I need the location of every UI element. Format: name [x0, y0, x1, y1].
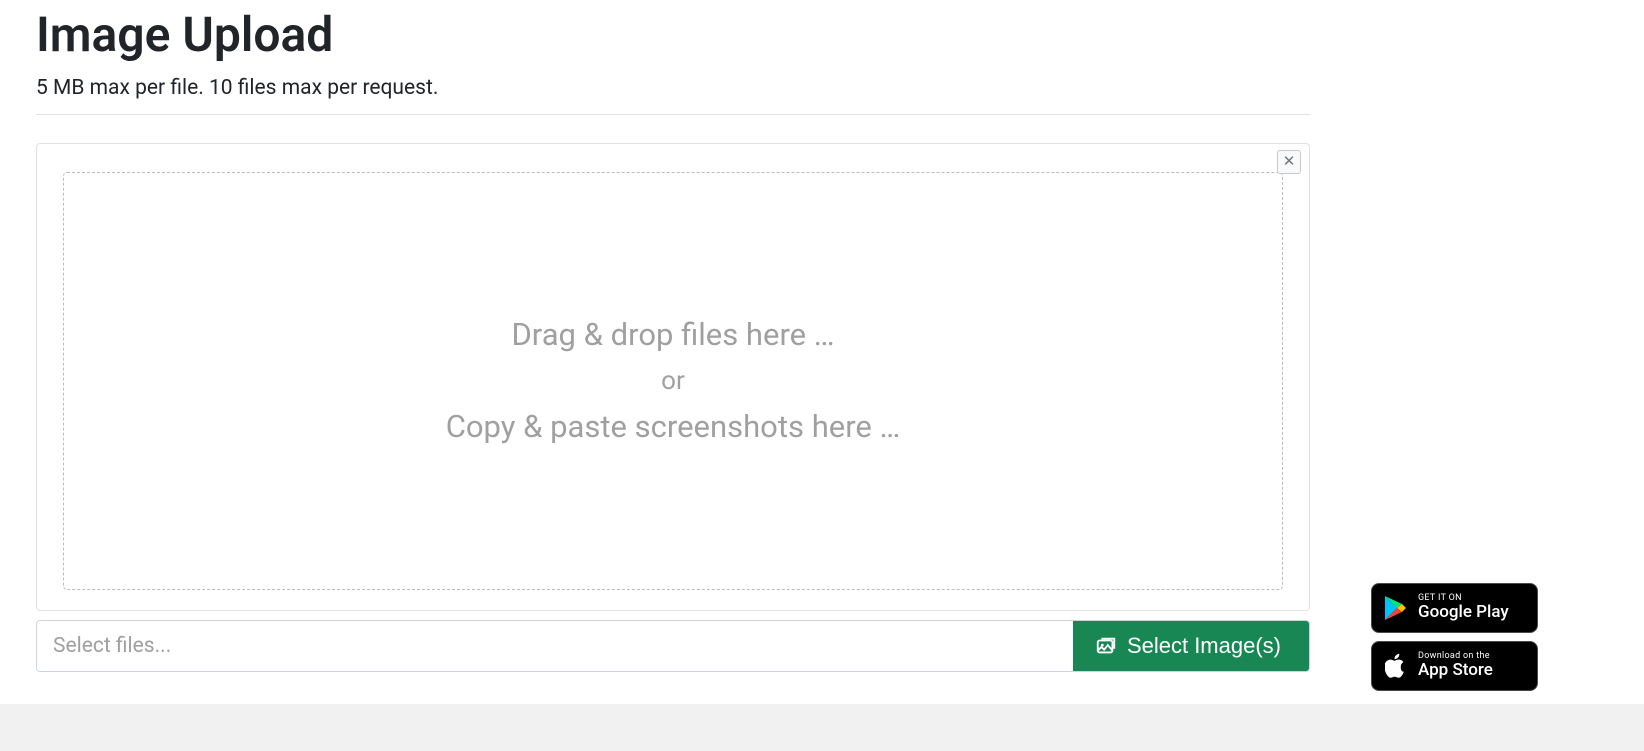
- select-images-label: Select Image(s): [1127, 633, 1281, 659]
- upload-card: ✕ Drag & drop files here … or Copy & pas…: [36, 143, 1310, 611]
- app-store-bottom-text: App Store: [1418, 662, 1493, 680]
- drop-line-or: or: [661, 368, 685, 394]
- file-input[interactable]: Select files...: [37, 621, 1073, 671]
- drop-line-1: Drag & drop files here …: [511, 316, 834, 353]
- google-play-badge[interactable]: GET IT ON Google Play: [1371, 583, 1538, 633]
- store-badges: GET IT ON Google Play Download on the Ap…: [1371, 583, 1538, 691]
- select-images-button[interactable]: Select Image(s): [1073, 621, 1309, 671]
- google-play-bottom-text: Google Play: [1418, 604, 1509, 622]
- page-subtitle: 5 MB max per file. 10 files max per requ…: [36, 76, 1310, 100]
- google-play-icon: [1382, 594, 1410, 622]
- bottom-bar: [0, 704, 1644, 751]
- page-title: Image Upload: [36, 0, 1310, 64]
- close-icon: ✕: [1283, 154, 1296, 169]
- drop-line-2: Copy & paste screenshots here …: [446, 408, 901, 445]
- apple-icon: [1382, 652, 1410, 680]
- images-icon: [1095, 635, 1117, 657]
- drop-zone[interactable]: Drag & drop files here … or Copy & paste…: [63, 172, 1283, 590]
- divider: [36, 114, 1310, 115]
- app-store-badge[interactable]: Download on the App Store: [1371, 641, 1538, 691]
- file-select-row: Select files... Select Image(s): [36, 620, 1310, 672]
- close-button[interactable]: ✕: [1277, 150, 1301, 174]
